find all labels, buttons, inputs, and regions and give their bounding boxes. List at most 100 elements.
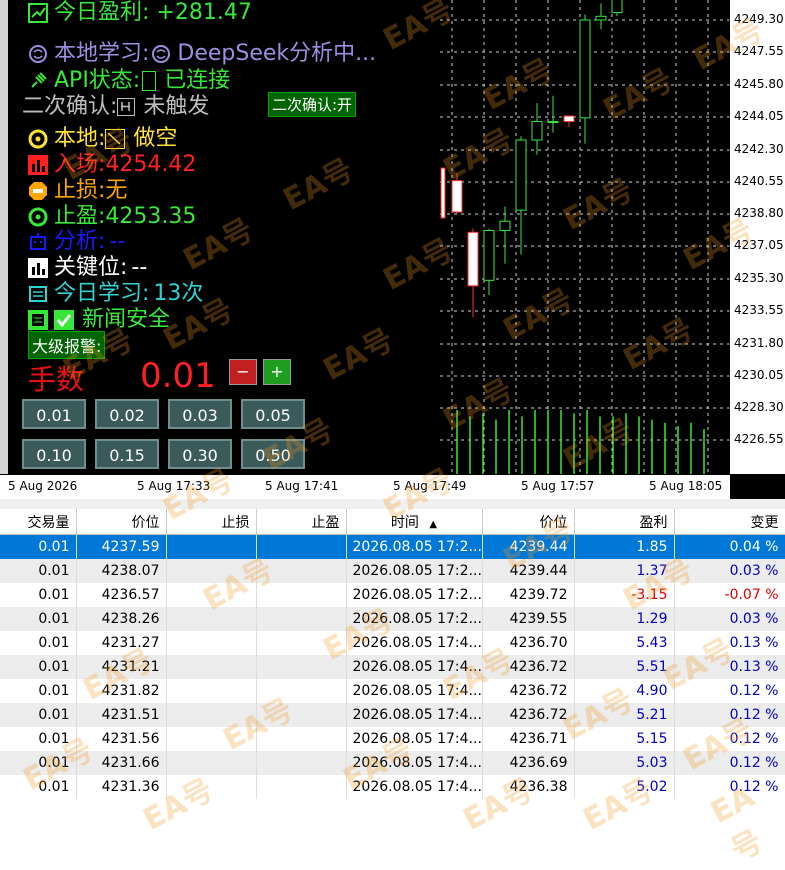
lot-button-0.03[interactable]: 0.03: [168, 399, 232, 429]
cell-current-price: 4236.72: [482, 703, 575, 727]
table-row[interactable]: 0.01 4231.66 2026.08.05 17:4... 4236.69 5.03…: [0, 751, 785, 775]
cell-time: 2026.08.05 17:2...: [346, 583, 483, 607]
table-row[interactable]: 0.01 4231.51 2026.08.05 17:4... 4236.72 5.21…: [0, 703, 785, 727]
cell-takeprofit: [256, 727, 347, 751]
cell-change: 0.12 %: [674, 703, 785, 727]
header-takeprofit[interactable]: 止盈: [256, 509, 347, 535]
price-tick-label: 4230.05: [734, 368, 784, 382]
ea-info-panel: 今日盈利: +281.47 本地学习: DeepSeek分析中... API状态…: [8, 0, 440, 470]
cell-time: 2026.08.05 17:4...: [346, 727, 483, 751]
header-stoploss[interactable]: 止损: [166, 509, 257, 535]
lot-button-0.02[interactable]: 0.02: [95, 399, 159, 429]
learn-today-label: 今日学习:: [54, 281, 150, 306]
price-tick-label: 4247.55: [734, 44, 784, 58]
lots-label: 手数: [28, 363, 85, 396]
news-row: 新闻安全: [28, 307, 170, 333]
entry-value: 4254.42: [105, 152, 197, 177]
cell-profit: 5.43: [574, 631, 675, 655]
local-label: 本地:: [54, 126, 106, 151]
price-tick-label: 4226.55: [734, 432, 784, 446]
lots-value[interactable]: 0.01: [140, 356, 216, 396]
cell-takeprofit: [256, 534, 347, 559]
cell-volume: 0.01: [0, 583, 77, 607]
chart-window[interactable]: 今日盈利: +281.47 本地学习: DeepSeek分析中... API状态…: [0, 0, 785, 499]
table-row[interactable]: 0.01 4231.56 2026.08.05 17:4... 4236.71 5.15…: [0, 727, 785, 751]
price-tick-label: 4242.30: [734, 142, 784, 156]
candle-body: [595, 15, 607, 21]
analysis-row: 分析: --: [28, 229, 125, 255]
lot-button-0.10[interactable]: 0.10: [22, 439, 86, 469]
check-icon: [54, 310, 74, 330]
lot-button-0.05[interactable]: 0.05: [241, 399, 305, 429]
table-row[interactable]: 0.01 4231.36 2026.08.05 17:4... 4236.38 5.02…: [0, 775, 785, 799]
alarm-button[interactable]: 大级报警:: [28, 331, 106, 359]
candle-body: [515, 139, 527, 211]
price-axis: 4249.30 4247.55 4245.80 4244.05 4242.30 4240.…: [730, 0, 785, 474]
cell-volume: 0.01: [0, 607, 77, 631]
header-profit[interactable]: 盈利: [574, 509, 675, 535]
cell-time: 2026.08.05 17:4...: [346, 751, 483, 775]
key-label: 关键位:: [54, 255, 128, 280]
api-row: API状态: 已连接: [28, 68, 230, 94]
cell-profit: 5.21: [574, 703, 675, 727]
cell-stoploss: [166, 631, 257, 655]
price-tick-label: 4238.80: [734, 206, 784, 220]
panel-separator[interactable]: [0, 499, 785, 509]
candle-body: [483, 229, 495, 281]
time-tick-label: 5 Aug 17:49: [393, 479, 467, 493]
candle-body: [467, 231, 479, 287]
confirm-toggle-button[interactable]: 二次确认:开: [268, 92, 357, 117]
cell-takeprofit: [256, 583, 347, 607]
cell-profit: 4.90: [574, 679, 675, 703]
table-row[interactable]: 0.01 4238.07 2026.08.05 17:2... 4239.44 1.37…: [0, 559, 785, 583]
robot-icon: [28, 232, 48, 252]
header-time[interactable]: 时间 ▲: [346, 509, 483, 535]
table-row[interactable]: 0.01 4237.59 2026.08.05 17:2... 4239.44 1.85…: [0, 534, 785, 559]
confirm-value: 未触发: [143, 94, 210, 119]
cell-time: 2026.08.05 17:4...: [346, 775, 483, 799]
cell-stoploss: [166, 559, 257, 583]
cell-current-price: 4236.70: [482, 631, 575, 655]
header-current-price[interactable]: 价位: [482, 509, 575, 535]
cell-takeprofit: [256, 751, 347, 775]
lots-minus-button[interactable]: −: [229, 359, 257, 385]
cell-takeprofit: [256, 559, 347, 583]
candle-body: [451, 180, 463, 213]
lot-button-0.15[interactable]: 0.15: [95, 439, 159, 469]
time-tick-label: 5 Aug 17:33: [137, 479, 211, 493]
lot-button-0.30[interactable]: 0.30: [168, 439, 232, 469]
table-header: 交易量 价位 止损 止盈 时间 ▲ 价位 盈利 变更: [0, 509, 785, 535]
cell-change: 0.12 %: [674, 679, 785, 703]
cell-takeprofit: [256, 655, 347, 679]
cell-current-price: 4239.72: [482, 583, 575, 607]
cell-current-price: 4236.38: [482, 775, 575, 799]
cell-price: 4237.59: [76, 534, 167, 559]
header-price[interactable]: 价位: [76, 509, 167, 535]
cell-volume: 0.01: [0, 751, 77, 775]
cell-change: 0.12 %: [674, 727, 785, 751]
table-row[interactable]: 0.01 4238.26 2026.08.05 17:2... 4239.55 1.29…: [0, 607, 785, 631]
candle-body: [579, 19, 591, 119]
cell-current-price: 4239.55: [482, 607, 575, 631]
header-change[interactable]: 变更: [674, 509, 785, 535]
table-row[interactable]: 0.01 4231.21 2026.08.05 17:4... 4236.72 5.51…: [0, 655, 785, 679]
cell-price: 4231.21: [76, 655, 167, 679]
lot-button-0.50[interactable]: 0.50: [241, 439, 305, 469]
lot-button-0.01[interactable]: 0.01: [22, 399, 86, 429]
plug-icon: [28, 71, 48, 91]
analysis-value: --: [109, 229, 126, 254]
table-row[interactable]: 0.01 4236.57 2026.08.05 17:2... 4239.72 -3.1…: [0, 583, 785, 607]
local-row: 本地: 做空: [28, 126, 177, 152]
cell-current-price: 4236.69: [482, 751, 575, 775]
cell-change: 0.03 %: [674, 559, 785, 583]
cell-profit: 5.02: [574, 775, 675, 799]
lots-plus-button[interactable]: +: [263, 359, 291, 385]
cell-takeprofit: [256, 775, 347, 799]
bar-chart-icon: [28, 155, 48, 175]
table-row[interactable]: 0.01 4231.27 2026.08.05 17:4... 4236.70 5.43…: [0, 631, 785, 655]
candle-body: [499, 220, 511, 231]
table-row[interactable]: 0.01 4231.82 2026.08.05 17:4... 4236.72 4.90…: [0, 679, 785, 703]
cell-price: 4238.26: [76, 607, 167, 631]
header-volume[interactable]: 交易量: [0, 509, 77, 535]
bar-chart-icon: [28, 258, 48, 278]
